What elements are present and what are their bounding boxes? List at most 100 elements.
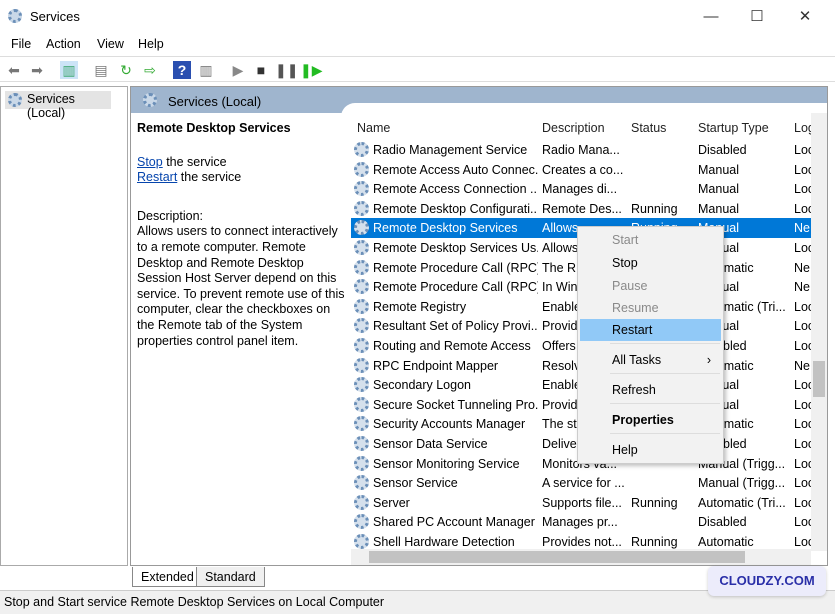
- minimize-button[interactable]: —: [688, 4, 734, 30]
- column-name[interactable]: Name: [357, 121, 390, 135]
- services-app-icon: [8, 9, 22, 23]
- cell-name: Radio Management Service: [373, 143, 528, 157]
- cell-description: Manages di...: [542, 182, 618, 197]
- cell-startup-type: Automatic (Tri...: [698, 495, 786, 510]
- cell-log-on-as: Ne: [794, 358, 810, 373]
- column-description[interactable]: Description: [542, 121, 605, 135]
- cell-name: Secure Socket Tunneling Pro...: [373, 397, 538, 412]
- service-gear-icon: [354, 240, 369, 255]
- menu-file[interactable]: File: [11, 37, 31, 51]
- pause-icon[interactable]: ❚❚: [275, 61, 298, 79]
- menu-view[interactable]: View: [97, 37, 124, 51]
- services-icon: [143, 93, 157, 107]
- service-gear-icon: [354, 338, 369, 353]
- horizontal-scrollbar[interactable]: [351, 549, 811, 565]
- maximize-button[interactable]: ☐: [734, 4, 780, 30]
- menu-item-properties[interactable]: Properties: [580, 409, 721, 431]
- back-icon[interactable]: ⬅: [5, 61, 23, 79]
- cell-name: RPC Endpoint Mapper: [373, 358, 499, 373]
- tab-extended[interactable]: Extended: [132, 567, 203, 587]
- close-button[interactable]: ✕: [782, 4, 828, 30]
- forward-icon[interactable]: ➡: [28, 61, 46, 79]
- service-details: Remote Desktop Services Stop the service…: [137, 121, 347, 349]
- vertical-scrollbar[interactable]: [811, 113, 827, 551]
- service-gear-icon: [354, 318, 369, 334]
- menu-item-stop[interactable]: Stop: [580, 252, 721, 274]
- pane-title: Services (Local): [168, 94, 262, 109]
- menu-item-resume[interactable]: Resume: [580, 297, 721, 319]
- resume-icon[interactable]: ❚▶: [300, 61, 323, 79]
- export-icon[interactable]: ⇨: [141, 61, 159, 79]
- tab-standard[interactable]: Standard: [196, 567, 265, 587]
- menu-help[interactable]: Help: [138, 37, 164, 51]
- refresh-icon[interactable]: ↻: [117, 61, 135, 79]
- cell-description: Creates a co...: [542, 162, 624, 177]
- table-row[interactable]: Shared PC Account Manager Manages pr... Di…: [351, 512, 811, 532]
- menu-separator: [610, 433, 720, 434]
- cell-name: Shared PC Account Manager: [373, 515, 535, 530]
- service-gear-icon: [354, 436, 369, 451]
- start-icon[interactable]: ▶: [229, 61, 247, 79]
- cell-log-on-as: Loc: [794, 182, 811, 197]
- table-row[interactable]: Remote Access Auto Connec... Creates a co…: [351, 160, 811, 180]
- menu-item-refresh[interactable]: Refresh: [580, 379, 721, 401]
- status-text: Stop and Start service Remote Desktop Se…: [4, 595, 385, 609]
- cell-startup-type: Disabled: [698, 143, 747, 157]
- cell-log-on-as: Loc: [794, 299, 811, 314]
- all-tasks-label: All Tasks: [612, 353, 662, 367]
- service-gear-icon: [354, 534, 369, 549]
- cell-status: Running: [631, 495, 678, 510]
- cell-description: Provides not...: [542, 535, 622, 549]
- cell-name: Security Accounts Manager: [373, 417, 526, 432]
- service-gear-icon: [354, 259, 369, 275]
- menu-item-restart[interactable]: Restart: [580, 319, 721, 341]
- column-status[interactable]: Status: [631, 121, 666, 135]
- menu-item-all-tasks[interactable]: All Tasks ›: [580, 349, 721, 371]
- menu-item-pause[interactable]: Pause: [580, 275, 721, 297]
- help-icon[interactable]: ?: [173, 61, 191, 79]
- cell-name: Remote Desktop Services: [373, 221, 518, 236]
- service-gear-icon: [354, 455, 369, 471]
- column-log-on-as[interactable]: Log: [794, 121, 811, 135]
- link-suffix: the service: [162, 154, 227, 169]
- cell-startup-type: Manual: [698, 201, 739, 216]
- table-row[interactable]: Server Supports file... Running Automatic (…: [351, 493, 811, 513]
- stop-service-link[interactable]: Stop: [137, 155, 163, 169]
- cell-name: Sensor Data Service: [373, 437, 488, 451]
- menu-item-start[interactable]: Start: [580, 229, 721, 251]
- cell-log-on-as: Loc: [794, 535, 811, 549]
- show-hide-tree-icon[interactable]: ▥: [60, 61, 78, 79]
- stop-icon[interactable]: ■: [252, 61, 270, 79]
- cell-description: Supports file...: [542, 495, 622, 510]
- cell-log-on-as: Loc: [794, 476, 811, 491]
- menu-separator: [610, 403, 720, 404]
- column-startup-type[interactable]: Startup Type: [698, 121, 769, 135]
- cell-startup-type: Manual: [698, 162, 739, 177]
- console-icon[interactable]: ▥: [197, 61, 215, 79]
- cell-status: Running: [631, 535, 678, 549]
- menu-action[interactable]: Action: [46, 37, 81, 51]
- table-row[interactable]: Remote Access Connection ... Manages di..…: [351, 179, 811, 199]
- properties-icon[interactable]: ▤: [92, 61, 110, 79]
- cell-name: Resultant Set of Policy Provi...: [373, 319, 538, 334]
- cell-name: Server: [373, 495, 410, 510]
- submenu-arrow-icon: ›: [706, 353, 711, 367]
- menu-item-help[interactable]: Help: [580, 439, 721, 461]
- table-row[interactable]: Sensor Service A service for ... Manual (T…: [351, 473, 811, 493]
- service-gear-icon: [354, 475, 369, 491]
- table-row[interactable]: Remote Desktop Configurati... Remote Des.…: [351, 199, 811, 219]
- cell-log-on-as: Loc: [794, 397, 811, 412]
- service-gear-icon: [354, 514, 369, 530]
- table-row[interactable]: Radio Management Service Radio Mana... Dis…: [351, 140, 811, 160]
- cell-log-on-as: Ne: [794, 280, 810, 295]
- link-suffix: the service: [177, 170, 242, 185]
- cell-name: Shell Hardware Detection: [373, 535, 515, 549]
- scroll-thumb[interactable]: [813, 361, 825, 397]
- cell-description: Remote Des...: [542, 201, 622, 216]
- restart-service-link[interactable]: Restart: [137, 170, 177, 184]
- tree-item-services-local[interactable]: Services (Local): [5, 91, 111, 120]
- cell-log-on-as: Ne: [794, 260, 810, 275]
- scroll-thumb[interactable]: [369, 551, 745, 563]
- context-menu: Start Stop Pause Resume Restart All Task…: [577, 226, 724, 464]
- title-bar: Services — ☐ ✕: [0, 0, 835, 33]
